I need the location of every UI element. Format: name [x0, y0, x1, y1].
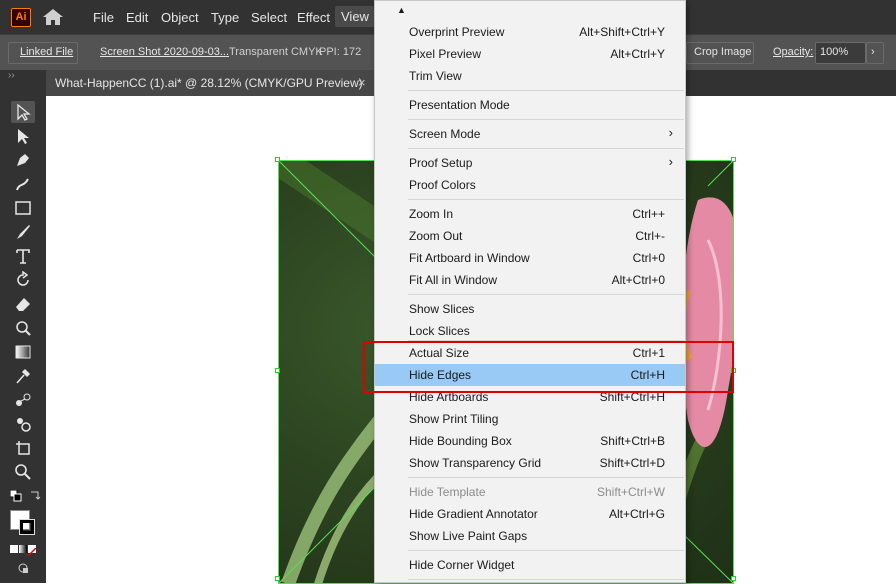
menu-item-presentation-mode[interactable]: Presentation Mode	[375, 94, 685, 116]
document-tab[interactable]: What-HappenCC (1).ai* @ 28.12% (CMYK/GPU…	[46, 70, 374, 96]
swap-colors-icon[interactable]	[29, 490, 41, 502]
default-colors-icon[interactable]	[9, 489, 22, 502]
illustrator-logo: Ai	[11, 8, 31, 27]
menu-separator	[408, 550, 684, 551]
menu-item-fit-all[interactable]: Fit All in Window Alt+Ctrl+0	[375, 269, 685, 291]
opacity-dropdown[interactable]	[866, 42, 884, 64]
menu-type[interactable]: Type	[211, 10, 239, 25]
menu-item-overprint-preview[interactable]: Overprint Preview Alt+Shift+Ctrl+Y	[375, 21, 685, 43]
stroke-color-swatch[interactable]	[19, 519, 35, 535]
highlight-annotation-box	[363, 341, 734, 393]
menu-item-pixel-preview[interactable]: Pixel Preview Alt+Ctrl+Y	[375, 43, 685, 65]
menu-item-hide-bounding-box[interactable]: Hide Bounding Box Shift+Ctrl+B	[375, 430, 685, 452]
linked-file-link[interactable]: Linked File	[20, 46, 73, 58]
opacity-value: 100%	[820, 46, 849, 58]
gradient-tool-icon[interactable]	[11, 341, 35, 363]
bounding-handle-bottom-right[interactable]	[731, 576, 736, 581]
bounding-handle-bottom-left[interactable]	[275, 576, 280, 581]
opacity-label[interactable]: Opacity:	[773, 46, 813, 58]
menu-item-zoom-out[interactable]: Zoom Out Ctrl+-	[375, 225, 685, 247]
menu-edit[interactable]: Edit	[126, 10, 148, 25]
collapse-panel-icon[interactable]: ››	[8, 70, 15, 81]
menu-item-lock-slices[interactable]: Lock Slices	[375, 320, 685, 342]
none-mode-icon[interactable]	[27, 545, 37, 557]
tools-panel: ››	[0, 70, 46, 583]
filename-link[interactable]: Screen Shot 2020-09-03...	[100, 46, 229, 58]
menu-item-hide-gradient-annotator[interactable]: Hide Gradient Annotator Alt+Ctrl+G	[375, 503, 685, 525]
zoom-tool-icon[interactable]	[11, 461, 35, 483]
document-tab-title: What-HappenCC (1).ai* @ 28.12% (CMYK/GPU…	[55, 76, 363, 90]
menu-item-show-print-tiling[interactable]: Show Print Tiling	[375, 408, 685, 430]
chevron-right-icon: ›	[871, 46, 875, 58]
menu-separator	[408, 294, 684, 295]
menu-item-show-slices[interactable]: Show Slices	[375, 298, 685, 320]
rotate-tool-icon[interactable]	[11, 269, 35, 291]
menu-object[interactable]: Object	[161, 10, 199, 25]
menu-item-hide-template: Hide Template Shift+Ctrl+W	[409, 485, 665, 499]
type-tool-icon[interactable]	[11, 245, 35, 267]
bounding-handle-top-left[interactable]	[275, 157, 280, 162]
home-icon[interactable]	[42, 8, 64, 26]
ppi-label: PPI: 172	[319, 46, 362, 58]
artboard-tool-icon[interactable]	[11, 437, 35, 459]
selection-tool-icon[interactable]	[11, 101, 35, 123]
menu-separator	[408, 148, 684, 149]
draw-mode-icon[interactable]	[16, 562, 30, 574]
free-transform-tool-icon[interactable]	[11, 317, 35, 339]
menu-separator	[408, 477, 684, 478]
submenu-arrow-icon: ›	[668, 154, 673, 169]
symbol-sprayer-tool-icon[interactable]	[11, 413, 35, 435]
color-mode-icon[interactable]	[10, 545, 18, 553]
menu-effect[interactable]: Effect	[297, 10, 330, 25]
bounding-handle-left[interactable]	[275, 368, 280, 373]
eraser-tool-icon[interactable]	[11, 293, 35, 315]
crop-image-label: Crop Image	[694, 46, 752, 58]
scroll-up-arrow-icon[interactable]: ▲	[397, 5, 406, 15]
menu-view[interactable]: View	[335, 6, 375, 27]
menu-item-show-live-paint-gaps[interactable]: Show Live Paint Gaps	[375, 525, 685, 547]
menu-item-trim-view[interactable]: Trim View	[375, 65, 685, 87]
menu-item-fit-artboard[interactable]: Fit Artboard in Window Ctrl+0	[375, 247, 685, 269]
bounding-handle-top-right[interactable]	[731, 157, 736, 162]
eyedropper-tool-icon[interactable]	[11, 365, 35, 387]
curvature-tool-icon[interactable]	[11, 173, 35, 195]
gradient-mode-icon[interactable]	[19, 545, 27, 553]
menu-file[interactable]: File	[93, 10, 114, 25]
close-icon[interactable]: ×	[358, 75, 366, 90]
menu-separator	[408, 119, 684, 120]
paintbrush-tool-icon[interactable]	[11, 221, 35, 243]
menu-separator	[408, 199, 684, 200]
menu-item-zoom-in[interactable]: Zoom In Ctrl++	[375, 203, 685, 225]
view-menu-dropdown: ▲ Overprint Preview Alt+Shift+Ctrl+Y Pix…	[374, 0, 686, 583]
menu-item-screen-mode[interactable]: Screen Mode ›	[375, 123, 685, 145]
menu-item-proof-setup[interactable]: Proof Setup ›	[375, 152, 685, 174]
blend-tool-icon[interactable]	[11, 389, 35, 411]
submenu-arrow-icon: ›	[668, 125, 673, 140]
menu-separator	[408, 579, 684, 580]
direct-selection-tool-icon[interactable]	[11, 125, 35, 147]
menu-item-show-transparency-grid[interactable]: Show Transparency Grid Shift+Ctrl+D	[375, 452, 685, 474]
colorspace-label: Transparent CMYK	[229, 46, 323, 58]
menu-separator	[408, 90, 684, 91]
menu-select[interactable]: Select	[251, 10, 287, 25]
menu-item-proof-colors[interactable]: Proof Colors	[375, 174, 685, 196]
pen-tool-icon[interactable]	[11, 149, 35, 171]
rectangle-tool-icon[interactable]	[11, 197, 35, 219]
menu-item-hide-corner-widget[interactable]: Hide Corner Widget	[375, 554, 685, 576]
